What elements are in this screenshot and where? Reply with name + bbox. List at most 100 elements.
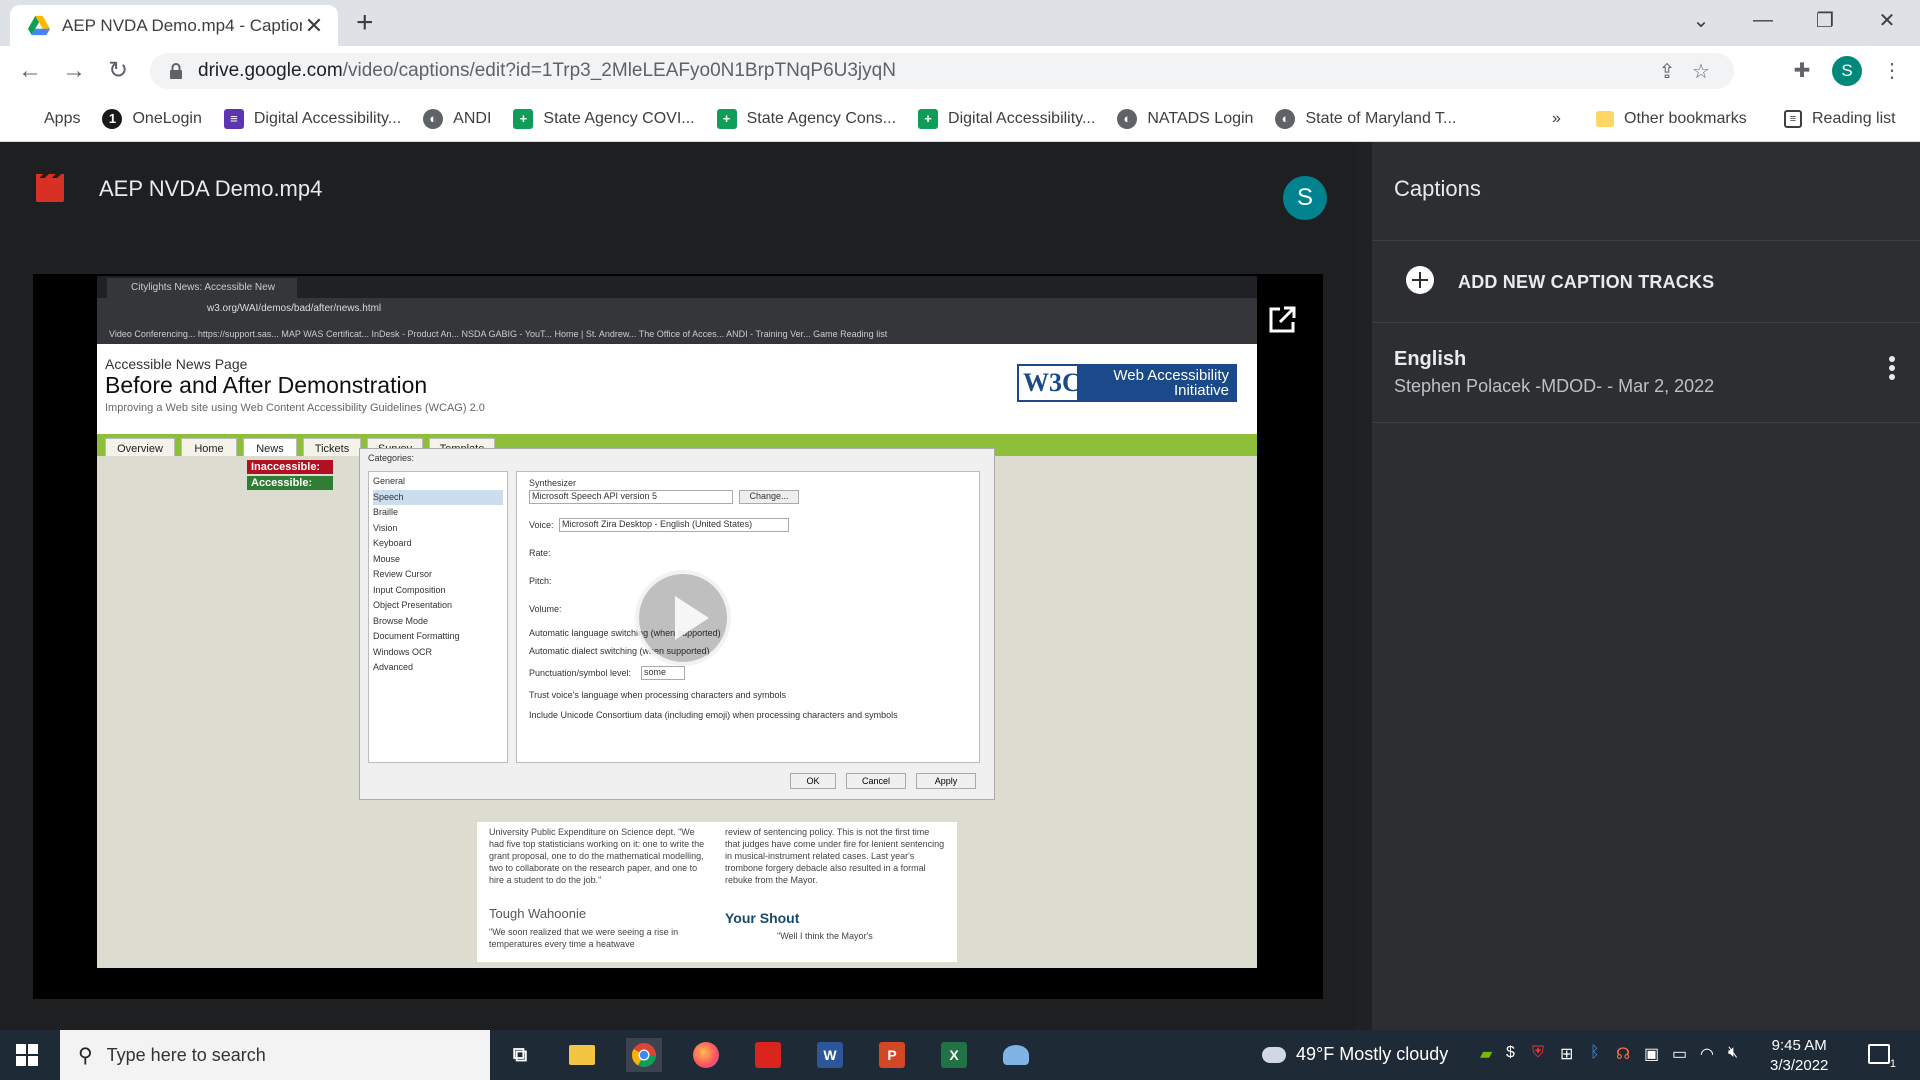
add-caption-tracks-label: ADD NEW CAPTION TRACKS [1458, 272, 1715, 292]
browser-menu-icon[interactable]: ⋮ [1876, 55, 1908, 87]
reload-icon[interactable]: ↻ [102, 55, 134, 87]
video-browser-tabbar: Citylights News: Accessible New [97, 276, 1257, 298]
lock-icon [170, 63, 182, 79]
bookmark-onelogin[interactable]: 1 OneLogin [102, 108, 202, 129]
file-explorer-icon[interactable] [564, 1038, 600, 1072]
folder-icon [1596, 111, 1614, 127]
captions-panel: Captions ADD NEW CAPTION TRACKS English … [1372, 142, 1920, 1030]
network-share-icon[interactable]: ⊞ [1560, 1044, 1573, 1064]
wifi-icon[interactable]: ◠ [1700, 1044, 1714, 1064]
extensions-icon[interactable]: ✚ [1786, 55, 1818, 87]
video-page-subheading: Improving a Web site using Web Content A… [105, 402, 485, 414]
acrobat-icon[interactable] [750, 1038, 786, 1072]
sheets-plus-icon: + [513, 108, 534, 129]
bookmark-state-of-maryland[interactable]: ◐ State of Maryland T... [1275, 108, 1456, 129]
w3c-logo-text: W3C [1023, 368, 1081, 397]
weather-text: 49°F Mostly cloudy [1296, 1044, 1449, 1064]
excel-icon[interactable]: X [936, 1038, 972, 1072]
other-bookmarks[interactable]: Other bookmarks [1596, 96, 1747, 142]
clock-date: 3/3/2022 [1770, 1057, 1829, 1074]
volume-muted-icon[interactable]: 🔇︎ [1728, 1044, 1738, 1062]
bookmark-state-agency-covid[interactable]: + State Agency COVI... [513, 108, 695, 129]
apps-grid-icon [18, 111, 34, 127]
video-browser-addressbar: w3.org/WAI/demos/bad/after/news.html [97, 298, 1257, 324]
forward-icon[interactable]: → [58, 55, 90, 87]
battery-icon[interactable]: ▭ [1672, 1044, 1687, 1064]
file-title: AEP NVDA Demo.mp4 [99, 176, 323, 201]
add-circle-icon [1406, 266, 1434, 294]
divider [1372, 422, 1920, 423]
address-bar[interactable]: drive.google.com/video/captions/edit?id=… [150, 53, 1734, 89]
w3c-wai-logo: W3C Web Accessibility Initiative [1017, 364, 1237, 402]
video-page-kicker: Accessible News Page [105, 356, 248, 372]
close-window-icon[interactable]: ✕ [1858, 0, 1916, 40]
profile-avatar[interactable]: S [1832, 56, 1862, 86]
accessible-badge: Accessible: [247, 476, 333, 490]
forms-icon: ≡ [223, 108, 244, 129]
snipping-tool-icon[interactable] [998, 1038, 1034, 1072]
taskbar-search-input[interactable]: ⚲ Type here to search [60, 1030, 490, 1080]
caption-track-meta: Stephen Polacek -MDOD- - Mar 2, 2022 [1394, 376, 1715, 396]
video-frame[interactable]: Citylights News: Accessible New w3.org/W… [97, 276, 1257, 968]
notifications-icon[interactable]: 1 [1868, 1044, 1896, 1070]
browser-toolbar: ← → ↻ drive.google.com/video/captions/ed… [0, 46, 1920, 96]
nvidia-icon[interactable]: ▰ [1480, 1044, 1492, 1064]
tab-search-icon[interactable]: ⌄ [1672, 0, 1730, 40]
bluetooth-icon[interactable]: ᛒ [1590, 1044, 1600, 1062]
chrome-icon[interactable] [626, 1038, 662, 1072]
bookmark-digital-accessibility-sheet[interactable]: + Digital Accessibility... [918, 108, 1095, 129]
word-icon[interactable]: W [812, 1038, 848, 1072]
bookmark-natads-login[interactable]: ◐ NATADS Login [1117, 108, 1253, 129]
video-page-body: Inaccessible: Accessible: Categories: Ge… [97, 448, 1257, 968]
back-icon[interactable]: ← [14, 55, 46, 87]
search-icon: ⚲ [78, 1044, 93, 1067]
tab-title: AEP NVDA Demo.mp4 - Captions [62, 15, 302, 35]
globe-icon: ◐ [1117, 108, 1138, 129]
browser-tab-strip: AEP NVDA Demo.mp4 - Captions ✕ + ⌄ — ❐ ✕ [0, 0, 1920, 46]
dialog-categories-label: Categories: [368, 453, 415, 463]
google-drive-icon [28, 15, 50, 35]
globe-icon: ◐ [423, 108, 444, 129]
close-tab-icon[interactable]: ✕ [302, 13, 326, 39]
dialog-categories-list: General Speech Braille Vision Keyboard M… [368, 471, 508, 763]
play-icon[interactable] [635, 570, 731, 666]
new-tab-icon[interactable]: + [356, 6, 374, 40]
minimize-icon[interactable]: — [1734, 0, 1792, 40]
bookmarks-bar: Apps 1 OneLogin ≡ Digital Accessibility.… [0, 96, 1920, 142]
divider [1372, 322, 1920, 323]
firefox-icon[interactable] [688, 1038, 724, 1072]
security-shield-icon[interactable]: ⛨ [1532, 1044, 1544, 1062]
bookmark-star-icon[interactable]: ☆ [1684, 59, 1718, 84]
system-clock[interactable]: 9:45 AM 3/3/2022 [1770, 1036, 1828, 1076]
share-icon[interactable]: ⇪ [1650, 59, 1684, 84]
video-browser-url: w3.org/WAI/demos/bad/after/news.html [207, 303, 382, 314]
weather-widget[interactable]: 49°F Mostly cloudy [1262, 1044, 1448, 1065]
caption-track-language: English [1394, 348, 1467, 370]
powerpoint-icon[interactable]: P [874, 1038, 910, 1072]
dollar-icon[interactable]: $ [1506, 1044, 1515, 1062]
globe-icon: ◐ [1275, 108, 1296, 129]
task-view-icon[interactable]: ⧉ [502, 1038, 538, 1072]
more-options-icon[interactable] [1880, 354, 1904, 384]
divider [1372, 240, 1920, 241]
url-text: drive.google.com/video/captions/edit?id=… [198, 60, 896, 81]
bookmark-andi[interactable]: ◐ ANDI [423, 108, 491, 129]
dialog-apply-button: Apply [916, 773, 976, 789]
windows-taskbar: ⚲ Type here to search ⧉ W P X 49°F Mostl… [0, 1030, 1920, 1080]
user-avatar[interactable]: S [1283, 176, 1327, 220]
display-icon[interactable]: ▣ [1644, 1044, 1659, 1064]
reading-list[interactable]: ≡ Reading list [1784, 96, 1896, 142]
bookmark-state-agency-cons[interactable]: + State Agency Cons... [716, 108, 896, 129]
video-player[interactable]: Citylights News: Accessible New w3.org/W… [33, 274, 1323, 999]
sheets-plus-icon: + [716, 108, 737, 129]
windows-start-icon[interactable] [16, 1044, 38, 1066]
bookmark-digital-accessibility-form[interactable]: ≡ Digital Accessibility... [223, 108, 401, 129]
browser-tab[interactable]: AEP NVDA Demo.mp4 - Captions ✕ [10, 5, 338, 46]
wai-banner: Web Accessibility Initiative [1077, 366, 1235, 400]
restore-icon[interactable]: ❐ [1796, 0, 1854, 40]
bookmark-apps[interactable]: Apps [18, 110, 80, 128]
open-in-new-window-icon[interactable] [1266, 304, 1298, 336]
video-page-heading: Before and After Demonstration [105, 372, 428, 398]
bookmarks-overflow-icon[interactable]: » [1552, 96, 1561, 142]
headset-icon[interactable]: ☊ [1616, 1044, 1630, 1064]
